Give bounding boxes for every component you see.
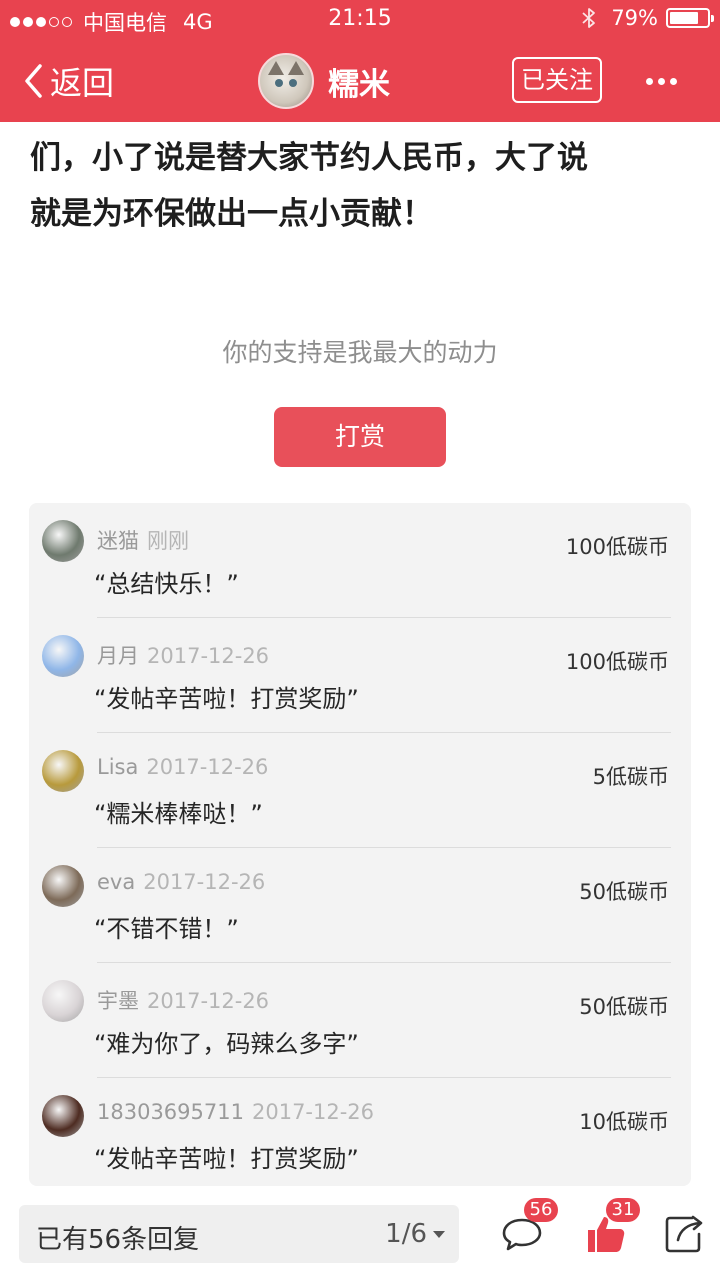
status-right: 79% [579,6,714,30]
reward-user-name[interactable]: 月月 [97,644,139,668]
support-message: 你的支持是我最大的动力 [222,338,498,367]
more-dot [646,78,653,85]
reward-meta: 月月 2017-12-26 [97,640,269,670]
reward-meta: Lisa 2017-12-26 [97,755,268,779]
reward-date: 2017-12-26 [251,1100,375,1124]
reply-count: 已有56条回复 [36,1225,200,1255]
more-dot [670,78,677,85]
avatar-eye [289,79,297,87]
back-button[interactable]: 返回 [22,58,114,104]
reward-date: 2017-12-26 [147,644,270,668]
reward-meta: 宇墨 2017-12-26 [97,985,269,1015]
reward-message: “总结快乐！” [94,570,239,598]
reward-message: “糯米棒棒哒！” [94,800,263,828]
reward-item[interactable]: 月月 2017-12-26 100低碳币 “发帖辛苦啦！打赏奖励” [29,618,691,733]
chevron-left-icon [25,64,42,98]
reward-amount: 10低碳币 [579,1110,669,1134]
reward-user-name[interactable]: 迷猫 [97,529,139,553]
share-icon[interactable] [662,1212,706,1256]
post-body: 们，小了说是替大家节约人民币，大了说 就是为环保做出一点小贡献！ [30,130,690,242]
avatar-eye [275,79,283,87]
reward-item[interactable]: 18303695711 2017-12-26 10低碳币 “发帖辛苦啦！打赏奖励” [29,1078,691,1186]
reward-item[interactable]: eva 2017-12-26 50低碳币 “不错不错！” [29,848,691,963]
back-label: 返回 [50,64,115,102]
reward-user-name[interactable]: eva [97,870,135,894]
avatar[interactable] [42,520,84,562]
avatar[interactable] [42,635,84,677]
reward-date: 刚刚 [147,529,189,553]
reward-amount: 5低碳币 [592,765,669,789]
follow-button[interactable]: 已关注 [512,57,602,103]
reward-date: 2017-12-26 [146,755,269,779]
reward-meta: eva 2017-12-26 [97,870,265,894]
nav-bar: 返回 糯米 已关注 [0,40,720,122]
avatar[interactable] [42,750,84,792]
author-info[interactable]: 糯米 [258,53,390,109]
reward-item[interactable]: 迷猫 刚刚 100低碳币 “总结快乐！” [29,503,691,618]
reward-button[interactable]: 打赏 [274,407,446,467]
reward-user-name[interactable]: 宇墨 [97,989,139,1013]
avatar[interactable] [42,1095,84,1137]
reward-amount: 100低碳币 [565,650,669,674]
post-line: 们，小了说是替大家节约人民币，大了说 [30,140,588,176]
avatar[interactable] [258,53,314,109]
header: 中国电信 4G 21:15 79% 返回 糯米 已关注 [0,0,720,122]
battery-percent: 79% [611,6,658,30]
avatar-ear [288,61,304,75]
author-name[interactable]: 糯米 [328,59,390,104]
reply-summary-button[interactable]: 已有56条回复 1/6 [19,1205,459,1263]
reward-list: 迷猫 刚刚 100低碳币 “总结快乐！” 月月 2017-12-26 100低碳币 “发帖辛苦… [29,503,691,1186]
post-line: 就是为环保做出一点小贡献！ [30,196,433,232]
page-indicator: 1/6 [385,1219,427,1249]
reward-meta: 18303695711 2017-12-26 [97,1100,374,1124]
reward-amount: 50低碳币 [579,880,669,904]
reward-message: “发帖辛苦啦！打赏奖励” [94,1145,359,1173]
reward-amount: 50低碳币 [579,995,669,1019]
reward-message: “难为你了，码辣么多字” [94,1030,359,1058]
like-count-badge: 31 [606,1198,640,1222]
battery-icon [666,8,714,28]
avatar[interactable] [42,980,84,1022]
reward-amount: 100低碳币 [565,535,669,559]
reward-date: 2017-12-26 [143,870,266,894]
reward-message: “不错不错！” [94,915,239,943]
reward-user-name[interactable]: 18303695711 [97,1100,244,1124]
reward-message: “发帖辛苦啦！打赏奖励” [94,685,359,713]
reward-item[interactable]: Lisa 2017-12-26 5低碳币 “糯米棒棒哒！” [29,733,691,848]
reward-meta: 迷猫 刚刚 [97,525,189,555]
more-dot [658,78,665,85]
reward-date: 2017-12-26 [147,989,270,1013]
bluetooth-icon [582,8,596,28]
avatar[interactable] [42,865,84,907]
avatar-ear [268,61,284,75]
more-options-icon[interactable] [646,78,682,85]
status-bar: 中国电信 4G 21:15 79% [0,0,720,40]
caret-down-icon [433,1230,445,1238]
page-selector[interactable]: 1/6 [385,1219,445,1249]
battery-fill [670,12,699,24]
bottom-bar: 已有56条回复 1/6 56 31 [0,1186,720,1280]
reward-user-name[interactable]: Lisa [97,755,138,779]
battery-nub [711,15,714,22]
comment-count-badge: 56 [524,1198,558,1222]
reward-item[interactable]: 宇墨 2017-12-26 50低碳币 “难为你了，码辣么多字” [29,963,691,1078]
